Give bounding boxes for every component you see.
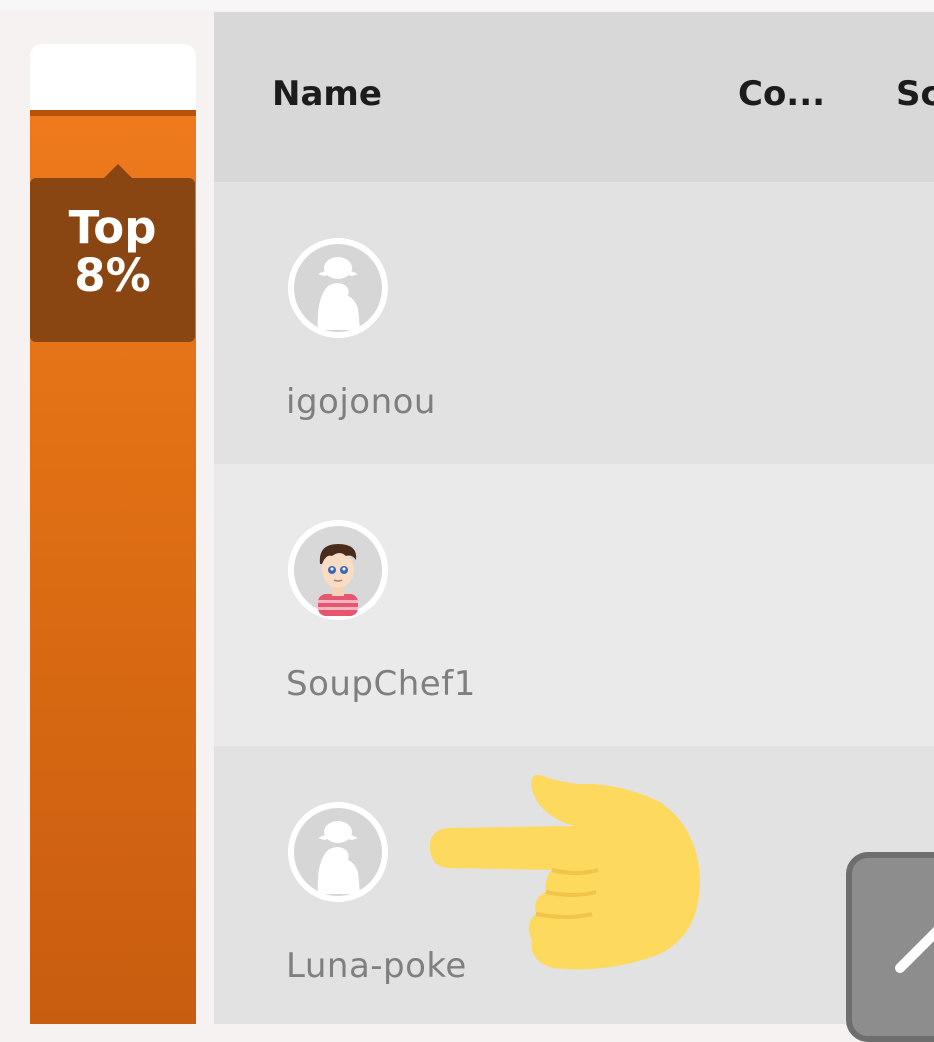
default-avatar-icon[interactable] [288,802,388,902]
pencil-icon [895,926,934,973]
username[interactable]: SoupChef1 [286,664,476,704]
rail-empty-cap [30,44,196,116]
default-avatar-icon[interactable] [288,238,388,338]
pointing-hand-icon [429,774,700,970]
table-row[interactable]: SoupChef1 [214,464,934,746]
rank-badge: Top 8% [30,164,195,342]
rank-badge-line2: 8% [74,249,151,302]
username[interactable]: igojonou [286,382,436,422]
column-header-co[interactable]: Co... [738,74,825,114]
column-header-sc[interactable]: Sc [896,74,934,114]
top-divider [0,0,934,10]
rank-badge-line1: Top [68,201,157,254]
table-header: Name Co... Sc [214,12,934,182]
table-row[interactable]: igojonou [214,182,934,464]
column-header-name[interactable]: Name [272,74,382,114]
edit-button[interactable] [846,852,934,1042]
cartoon-avatar-icon[interactable] [288,520,388,620]
